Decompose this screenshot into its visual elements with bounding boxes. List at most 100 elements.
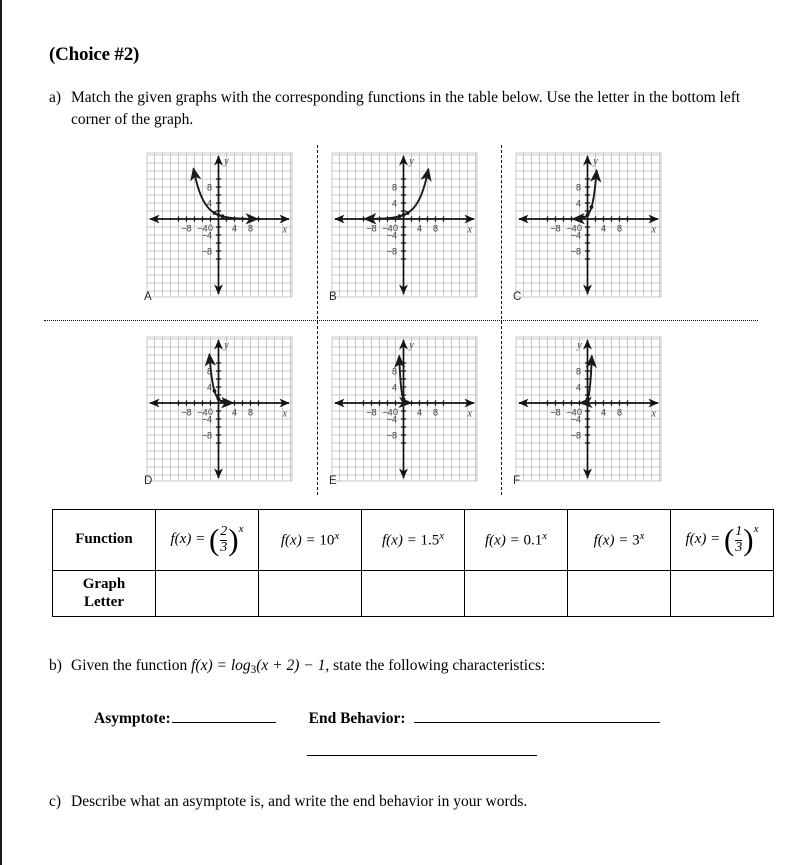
answer-cell-2[interactable] bbox=[258, 570, 362, 617]
question-b-text-after: , state the following characteristics: bbox=[325, 657, 546, 674]
svg-text:8: 8 bbox=[576, 182, 581, 192]
table-header-graph-letter: Graph Letter bbox=[52, 570, 156, 617]
function-matching-table: Function f(x) = (2 3) x f(x) = 10x f(x) = … bbox=[52, 509, 774, 617]
plotted-point bbox=[220, 399, 225, 404]
fraction-numerator: 2 bbox=[220, 524, 228, 540]
function-lhs: f(x) = bbox=[382, 532, 421, 549]
panel-letter-b: B bbox=[329, 290, 337, 303]
svg-text:y: y bbox=[408, 156, 414, 167]
svg-text:4: 4 bbox=[601, 224, 606, 234]
plotted-point bbox=[401, 397, 406, 401]
plotted-point bbox=[397, 361, 402, 365]
table-row-graph-letters: Graph Letter bbox=[52, 570, 774, 617]
svg-text:−8: −8 bbox=[571, 246, 581, 256]
function-cell-3: f(x) = 1.5x bbox=[361, 509, 465, 571]
svg-text:0: 0 bbox=[577, 407, 582, 417]
coordinate-plane-a: −8 −4 4 884−4−80 xy bbox=[146, 152, 293, 298]
plotted-point bbox=[589, 205, 594, 209]
svg-text:x: x bbox=[467, 409, 473, 420]
svg-text:−8: −8 bbox=[202, 430, 212, 440]
plotted-point bbox=[216, 213, 221, 217]
svg-text:−8: −8 bbox=[387, 430, 397, 440]
function-base: 10 bbox=[319, 532, 335, 549]
end-behavior-answer-blank-line1[interactable] bbox=[413, 722, 660, 723]
svg-text:−8: −8 bbox=[550, 408, 560, 418]
svg-text:−8: −8 bbox=[571, 430, 581, 440]
svg-text:y: y bbox=[223, 156, 229, 167]
end-behavior-label: End Behavior: bbox=[308, 710, 406, 727]
svg-text:−8: −8 bbox=[202, 246, 212, 256]
svg-text:x: x bbox=[282, 409, 288, 420]
svg-text:0: 0 bbox=[208, 407, 213, 417]
end-behavior-answer-blank-line2[interactable] bbox=[307, 755, 537, 756]
function-exponent: x bbox=[639, 530, 645, 543]
svg-text:4: 4 bbox=[232, 408, 237, 418]
svg-text:4: 4 bbox=[417, 408, 422, 418]
svg-text:8: 8 bbox=[576, 366, 581, 376]
question-b: b) Given the function f(x) = log3(x + 2)… bbox=[49, 655, 545, 678]
answer-cell-4[interactable] bbox=[464, 570, 568, 617]
panel-letter-c: C bbox=[513, 290, 522, 303]
plotted-point bbox=[405, 400, 410, 405]
plotted-point bbox=[397, 214, 402, 219]
fraction: 13 bbox=[734, 524, 743, 555]
svg-text:8: 8 bbox=[392, 366, 397, 376]
svg-text:y: y bbox=[408, 340, 414, 351]
function-cell-1: f(x) = (2 3) x bbox=[155, 509, 259, 571]
question-b-fn-log: log bbox=[230, 657, 251, 674]
svg-text:4: 4 bbox=[576, 198, 581, 208]
function-lhs: f(x) = bbox=[280, 532, 320, 549]
plotted-point bbox=[212, 389, 217, 393]
question-c-marker: c) bbox=[49, 793, 62, 810]
graph-letter-line1: Graph bbox=[82, 576, 126, 593]
answer-cell-5[interactable] bbox=[567, 570, 671, 617]
answer-cell-1[interactable] bbox=[155, 570, 259, 617]
svg-text:−8: −8 bbox=[366, 408, 376, 418]
question-c-text: Describe what an asymptote is, and write… bbox=[71, 793, 528, 810]
svg-text:x: x bbox=[651, 225, 657, 236]
panel-letter-e: E bbox=[329, 474, 337, 487]
function-base: 0.1 bbox=[523, 532, 543, 549]
coordinate-plane-c: −8 −4 4 884−4−80 xy bbox=[515, 152, 662, 298]
plotted-point bbox=[585, 397, 590, 401]
svg-text:4: 4 bbox=[232, 224, 237, 234]
function-lhs: f(x) = bbox=[485, 532, 524, 549]
panel-letter-f: F bbox=[513, 474, 521, 487]
panel-letter-a: A bbox=[144, 290, 152, 303]
graph-panel-grid: −8 −4 4 8 8 4 −4 −8 0 x y A −8 −4 4 8 8 4 −4 −8 0 x y B −8 −4 4 8… bbox=[44, 145, 758, 495]
asymptote-answer-blank[interactable] bbox=[171, 722, 276, 723]
right-paren: ) bbox=[228, 522, 239, 558]
fraction-denominator: 3 bbox=[220, 539, 228, 555]
left-paren: ( bbox=[723, 522, 735, 558]
function-lhs: f(x) = bbox=[593, 532, 633, 549]
function-cell-2: f(x) = 10x bbox=[258, 509, 362, 571]
question-b-marker: b) bbox=[49, 657, 62, 674]
graph-letter-line2: Letter bbox=[84, 593, 124, 610]
answer-cell-3[interactable] bbox=[361, 570, 465, 617]
svg-text:4: 4 bbox=[392, 198, 397, 208]
function-fraction-power: (2 3) x bbox=[208, 522, 244, 558]
svg-text:−8: −8 bbox=[366, 224, 376, 234]
left-paren: ( bbox=[208, 522, 220, 558]
graph-panel-c: −8 −4 4 8 8 4 −4 −8 0 x y C bbox=[508, 147, 667, 305]
plotted-point bbox=[581, 400, 586, 405]
svg-text:y: y bbox=[576, 340, 582, 351]
table-header-function: Function bbox=[52, 509, 156, 571]
part-b-answer-area: Asymptote: End Behavior: bbox=[94, 710, 660, 728]
table-row-functions: Function f(x) = (2 3) x f(x) = 10x f(x) = … bbox=[52, 509, 774, 571]
svg-text:x: x bbox=[651, 409, 657, 420]
svg-text:4: 4 bbox=[576, 382, 581, 392]
svg-text:y: y bbox=[223, 340, 229, 351]
answer-cell-6[interactable] bbox=[670, 570, 774, 617]
svg-text:8: 8 bbox=[248, 224, 253, 234]
coordinate-plane-e: −8 −4 4 884−4−80 xy bbox=[331, 336, 478, 482]
function-exponent: x bbox=[439, 530, 444, 543]
plotted-point bbox=[401, 213, 406, 217]
fraction-exponent: x bbox=[238, 523, 244, 536]
plotted-point bbox=[220, 214, 225, 219]
svg-text:4: 4 bbox=[417, 224, 422, 234]
svg-text:0: 0 bbox=[393, 223, 398, 233]
svg-text:0: 0 bbox=[393, 407, 398, 417]
svg-text:8: 8 bbox=[392, 182, 397, 192]
svg-text:0: 0 bbox=[208, 223, 213, 233]
